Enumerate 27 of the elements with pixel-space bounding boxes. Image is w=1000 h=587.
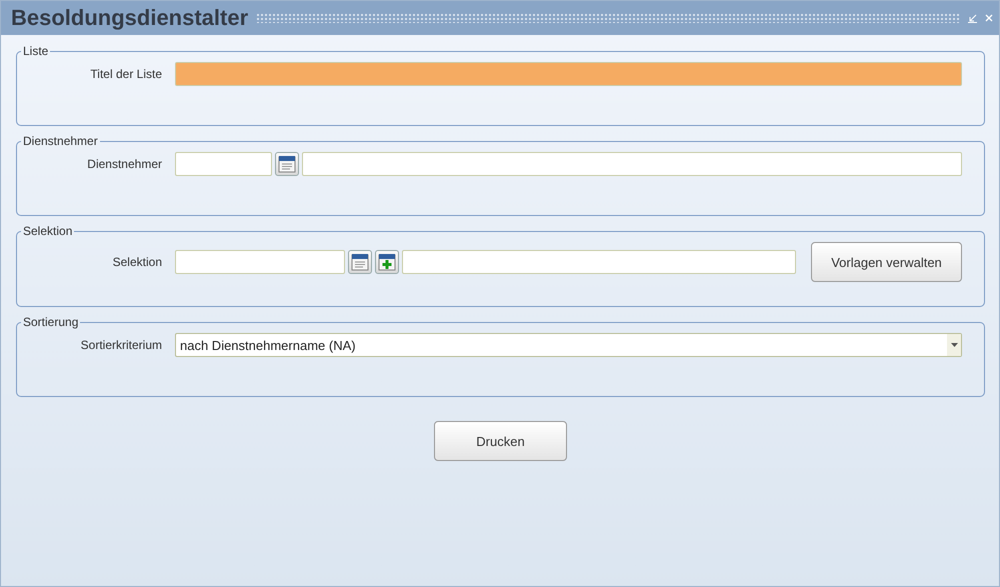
- lookup-button[interactable]: [348, 250, 372, 274]
- input-field[interactable]: [402, 250, 796, 274]
- notepad-icon: [277, 154, 297, 174]
- input-field[interactable]: [175, 152, 272, 176]
- dropdown[interactable]: nach Dienstnehmername (NA): [175, 333, 962, 357]
- window-title: Besoldungsdienstalter: [11, 5, 248, 31]
- notepad-icon: [350, 252, 370, 272]
- input-field[interactable]: [175, 250, 345, 274]
- field-label: Selektion: [112, 255, 162, 269]
- dropdown-value: nach Dienstnehmername (NA): [179, 338, 356, 352]
- minimize-icon[interactable]: [968, 14, 977, 22]
- section-legend: Liste: [21, 44, 50, 58]
- field-label: Dienstnehmer: [86, 157, 162, 171]
- print-button[interactable]: Drucken: [434, 421, 567, 461]
- section-legend: Dienstnehmer: [21, 134, 100, 148]
- caret-icon: [950, 343, 958, 347]
- section-legend: Selektion: [21, 224, 74, 238]
- add-button[interactable]: [375, 250, 399, 274]
- lookup-button[interactable]: [275, 152, 299, 176]
- input-field[interactable]: [302, 152, 962, 176]
- field-label: Titel der Liste: [89, 67, 162, 81]
- close-icon[interactable]: [985, 14, 993, 22]
- field-label: Sortierkriterium: [80, 338, 162, 352]
- input-field[interactable]: [175, 62, 962, 86]
- section-legend: Sortierung: [21, 315, 80, 329]
- vorlagen-button[interactable]: Vorlagen verwalten: [811, 242, 962, 282]
- notepad-plus-icon: [377, 252, 397, 272]
